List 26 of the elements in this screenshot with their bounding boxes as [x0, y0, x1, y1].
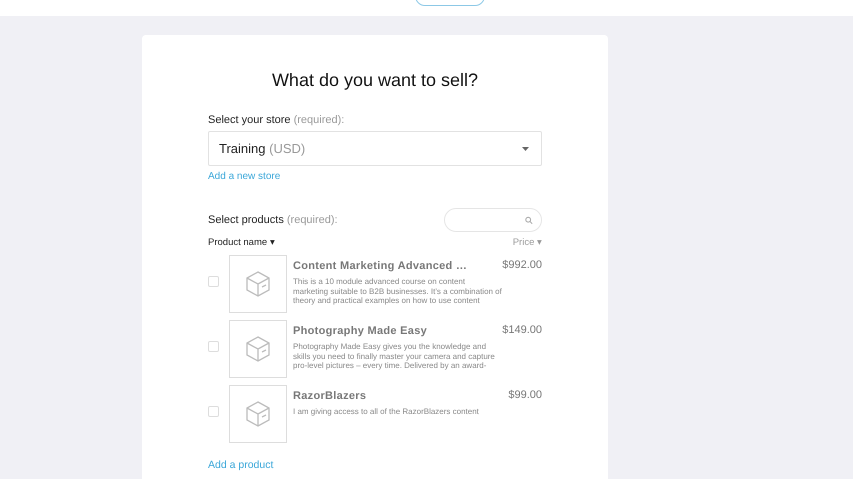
box-icon [244, 270, 272, 298]
box-icon [244, 400, 272, 428]
store-select[interactable]: Training (USD) [208, 131, 542, 166]
add-product-link[interactable]: Add a product [208, 459, 274, 471]
product-description: Photography Made Easy gives you the knowledge and skills you need to finally master your camera and capture pro-level pictures – every time. Delivered by an award- [293, 342, 496, 370]
product-name: Photography Made Easy [293, 325, 428, 337]
product-price: $149.00 [502, 323, 542, 336]
column-sort-header[interactable]: Price ▾ [512, 236, 542, 248]
products-label: Select products (required): [208, 214, 338, 226]
product-name: RazorBlazers [293, 390, 368, 402]
product-description: I am giving access to all of the RazorBlazers content [293, 407, 480, 416]
search-icon [525, 216, 533, 224]
store-label: Select your store (required): [208, 114, 346, 126]
product-name: Content Marketing Advanced … [293, 260, 468, 272]
search-field[interactable] [444, 208, 542, 232]
caret-icon [522, 146, 529, 150]
product-description: This is a 10 module advanced course on content marketing suitable to B2B businesses. It’s a combination of theory and practical examples on how to use content [293, 277, 502, 306]
page-title: What do you want to sell? [270, 69, 480, 92]
checkbox[interactable] [208, 406, 219, 417]
product-price: $992.00 [502, 258, 542, 271]
column-sort-header[interactable]: Product name ▾ [208, 236, 275, 248]
checkbox[interactable] [208, 341, 219, 352]
checkbox[interactable] [208, 276, 219, 287]
add-store-link[interactable]: Add a new store [208, 171, 280, 182]
product-price: $99.00 [508, 388, 542, 401]
box-icon [244, 335, 272, 363]
